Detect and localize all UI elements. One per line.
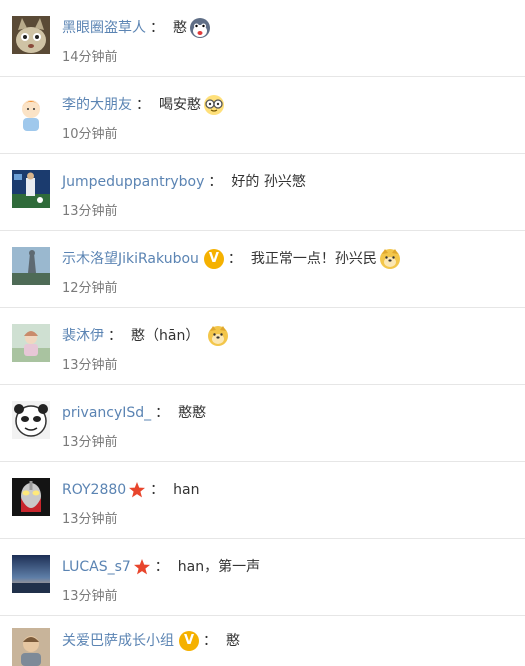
star-badge-icon	[128, 481, 146, 499]
separator: ：	[227, 251, 242, 267]
doge-emoji-icon	[207, 325, 229, 347]
comment-time: 13分钟前	[62, 589, 118, 604]
comment-text: 憨	[226, 633, 240, 649]
separator: ：	[154, 559, 169, 575]
comment-list: 黑眼圈盗草人 ： 憨 14分钟前 李的大朋友 ： 喝安憨 10分钟前 Jumpe…	[0, 0, 525, 666]
comment-item: 李的大朋友 ： 喝安憨 10分钟前	[0, 77, 525, 154]
comment-time: 14分钟前	[62, 50, 118, 65]
username[interactable]: 示木洛望JikiRakubou	[62, 248, 199, 270]
glasses-emoji-icon	[203, 94, 225, 116]
comment-item: 示木洛望JikiRakubou V ： 我正常一点！孙兴民 12分钟前	[0, 231, 525, 308]
avatar[interactable]	[12, 324, 50, 362]
player-avatar-image	[12, 628, 50, 666]
comment-item: Jumpeduppantryboy ： 好的 孙兴慜 13分钟前	[0, 154, 525, 231]
comment-time: 10分钟前	[62, 127, 118, 142]
illustration-avatar-image	[12, 324, 50, 362]
username[interactable]: 黑眼圈盗草人	[62, 17, 146, 39]
comment-item: LUCAS_s7 ： han，第一声 13分钟前	[0, 539, 525, 616]
avatar[interactable]	[12, 170, 50, 208]
comment-time: 13分钟前	[62, 204, 118, 219]
avatar[interactable]	[12, 628, 50, 666]
comment-time: 13分钟前	[62, 435, 118, 450]
comment-text: 憨（hān）	[131, 328, 200, 344]
separator: ：	[150, 482, 165, 498]
username[interactable]: LUCAS_s7	[62, 556, 131, 578]
ultraman-avatar-image	[12, 478, 50, 516]
avatar[interactable]	[12, 555, 50, 593]
separator: ：	[150, 20, 164, 36]
cat-avatar-image	[12, 16, 50, 54]
avatar[interactable]	[12, 16, 50, 54]
comment-time: 13分钟前	[62, 358, 118, 373]
username[interactable]: 关爱巴萨成长小组	[62, 630, 174, 652]
separator: ：	[108, 328, 122, 344]
landscape-avatar-image	[12, 247, 50, 285]
comment-item: 关爱巴萨成长小组 V ： 憨	[0, 616, 525, 666]
username[interactable]: privancyISd_	[62, 402, 151, 424]
comment-item: 裴沐伊 ： 憨（hān） 13分钟前	[0, 308, 525, 385]
avatar[interactable]	[12, 478, 50, 516]
comment-text: 好的 孙兴慜	[231, 174, 306, 190]
username[interactable]: ROY2880	[62, 479, 126, 501]
panda-meme-avatar-image	[12, 401, 50, 439]
separator: ：	[208, 174, 223, 190]
verified-badge-icon: V	[179, 631, 199, 651]
comment-text: 喝安憨	[159, 97, 201, 113]
comment-text: han	[173, 482, 200, 498]
football-avatar-image	[12, 170, 50, 208]
star-badge-icon	[133, 558, 151, 576]
avatar[interactable]	[12, 93, 50, 131]
comment-text: 憨	[173, 20, 187, 36]
comment-text: 我正常一点！孙兴民	[250, 251, 377, 267]
comment-time: 13分钟前	[62, 512, 118, 527]
separator: ：	[136, 97, 150, 113]
verified-badge-icon: V	[203, 249, 224, 269]
comment-item: 黑眼圈盗草人 ： 憨 14分钟前	[0, 0, 525, 77]
username[interactable]: 裴沐伊	[62, 325, 104, 347]
comment-time: 12分钟前	[62, 281, 118, 296]
sunset-avatar-image	[12, 555, 50, 593]
cartoon-boy-avatar-image	[12, 93, 50, 131]
comment-text: han，第一声	[177, 559, 261, 575]
doge-emoji-icon	[379, 248, 401, 270]
avatar[interactable]	[12, 401, 50, 439]
username[interactable]: 李的大朋友	[62, 94, 132, 116]
avatar[interactable]	[12, 247, 50, 285]
separator: ：	[155, 405, 170, 421]
separator: ：	[203, 633, 217, 649]
comment-text: 憨憨	[178, 405, 207, 421]
username[interactable]: Jumpeduppantryboy	[62, 171, 204, 193]
husky-emoji-icon	[189, 17, 211, 39]
comment-item: ROY2880 ： han 13分钟前	[0, 462, 525, 539]
comment-item: privancyISd_ ： 憨憨 13分钟前	[0, 385, 525, 462]
